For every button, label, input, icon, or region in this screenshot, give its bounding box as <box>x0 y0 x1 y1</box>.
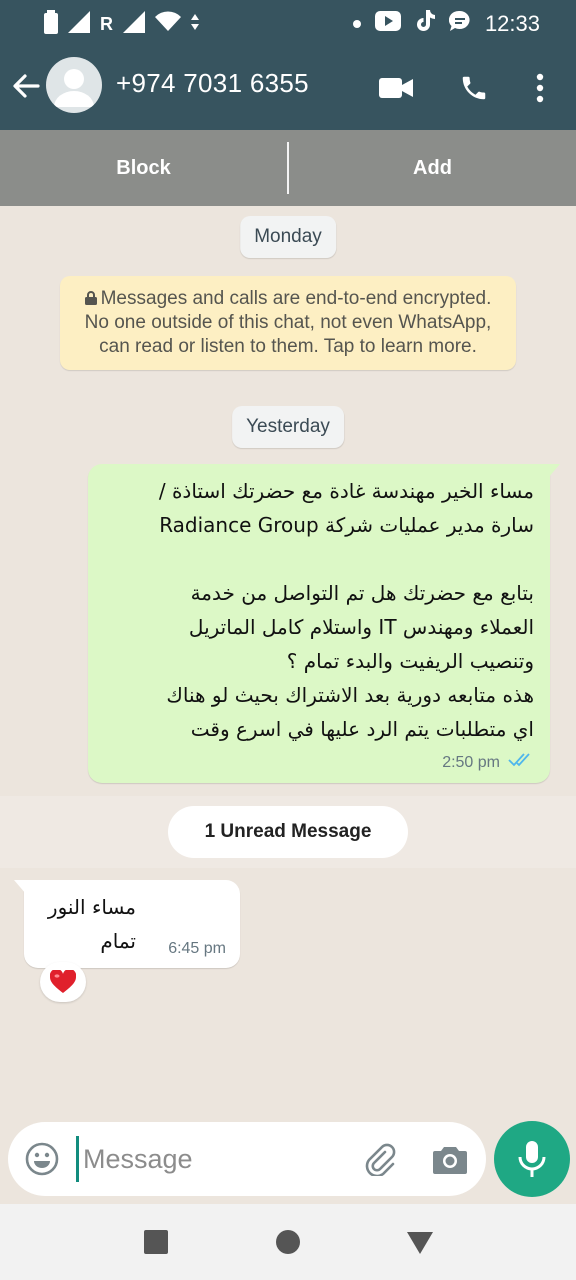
double-check-read-icon <box>508 752 534 773</box>
status-time: 12:33 <box>484 10 540 36</box>
emoji-icon[interactable] <box>24 1141 60 1177</box>
tiktok-icon <box>415 10 435 37</box>
message-text: مساء النور تمام <box>47 895 136 953</box>
battery-icon <box>44 10 58 39</box>
unknown-contact-actions: Block Add <box>0 130 576 206</box>
message-text: مساء الخير مهندسة غادة مع حضرتك استاذة /… <box>158 479 534 741</box>
back-arrow-icon[interactable] <box>10 70 42 102</box>
data-arrows-icon <box>191 12 199 37</box>
message-time: 6:45 pm <box>168 940 226 957</box>
add-contact-button[interactable]: Add <box>289 130 576 206</box>
lock-icon <box>84 288 97 305</box>
network-letter: R <box>100 14 113 34</box>
date-separator-monday: Monday <box>240 216 336 258</box>
status-right: 12:33 <box>352 10 540 37</box>
signal-icon <box>68 11 90 38</box>
composer <box>8 1122 486 1196</box>
status-bar: R 12:33 <box>0 0 576 46</box>
message-input[interactable] <box>76 1136 346 1182</box>
contact-name[interactable]: +974 7031 6355 <box>116 68 309 99</box>
video-call-icon[interactable] <box>376 68 416 108</box>
phone-icon[interactable] <box>454 68 494 108</box>
heart-icon <box>50 970 76 993</box>
chat-bubble-icon <box>448 10 471 37</box>
chat-header: +974 7031 6355 <box>0 46 576 130</box>
avatar[interactable] <box>46 57 102 113</box>
reaction-heart[interactable] <box>40 962 86 1002</box>
outgoing-message[interactable]: مساء الخير مهندسة غادة مع حضرتك استاذة /… <box>88 464 560 783</box>
message-meta: 2:50 pm <box>102 752 534 773</box>
bubble-tail <box>14 880 26 894</box>
wifi-icon <box>155 11 181 38</box>
incoming-message[interactable]: مساء النور تمام 6:45 pm <box>14 880 240 968</box>
action-divider <box>287 142 289 194</box>
youtube-icon <box>374 11 401 36</box>
status-left: R <box>44 10 199 39</box>
message-time: 2:50 pm <box>442 753 500 771</box>
camera-icon[interactable] <box>432 1141 468 1177</box>
encryption-notice[interactable]: Messages and calls are end-to-end encryp… <box>60 276 516 370</box>
home-button[interactable] <box>272 1226 304 1258</box>
more-vert-icon[interactable] <box>520 68 560 108</box>
notification-dot-icon <box>352 15 361 33</box>
date-separator-yesterday: Yesterday <box>232 406 344 448</box>
recents-button[interactable] <box>140 1226 172 1258</box>
mic-button[interactable] <box>494 1121 570 1197</box>
unread-divider: 1 Unread Message <box>168 806 408 858</box>
attach-icon[interactable] <box>362 1141 398 1177</box>
signal-icon-2 <box>123 11 145 38</box>
message-list[interactable]: Monday Messages and calls are end-to-end… <box>0 206 576 1120</box>
encryption-text: Messages and calls are end-to-end encryp… <box>84 288 492 357</box>
bubble-tail <box>548 464 560 478</box>
block-button[interactable]: Block <box>0 130 287 206</box>
back-button[interactable] <box>404 1226 436 1258</box>
system-nav-bar <box>0 1204 576 1280</box>
mic-icon <box>518 1141 546 1177</box>
